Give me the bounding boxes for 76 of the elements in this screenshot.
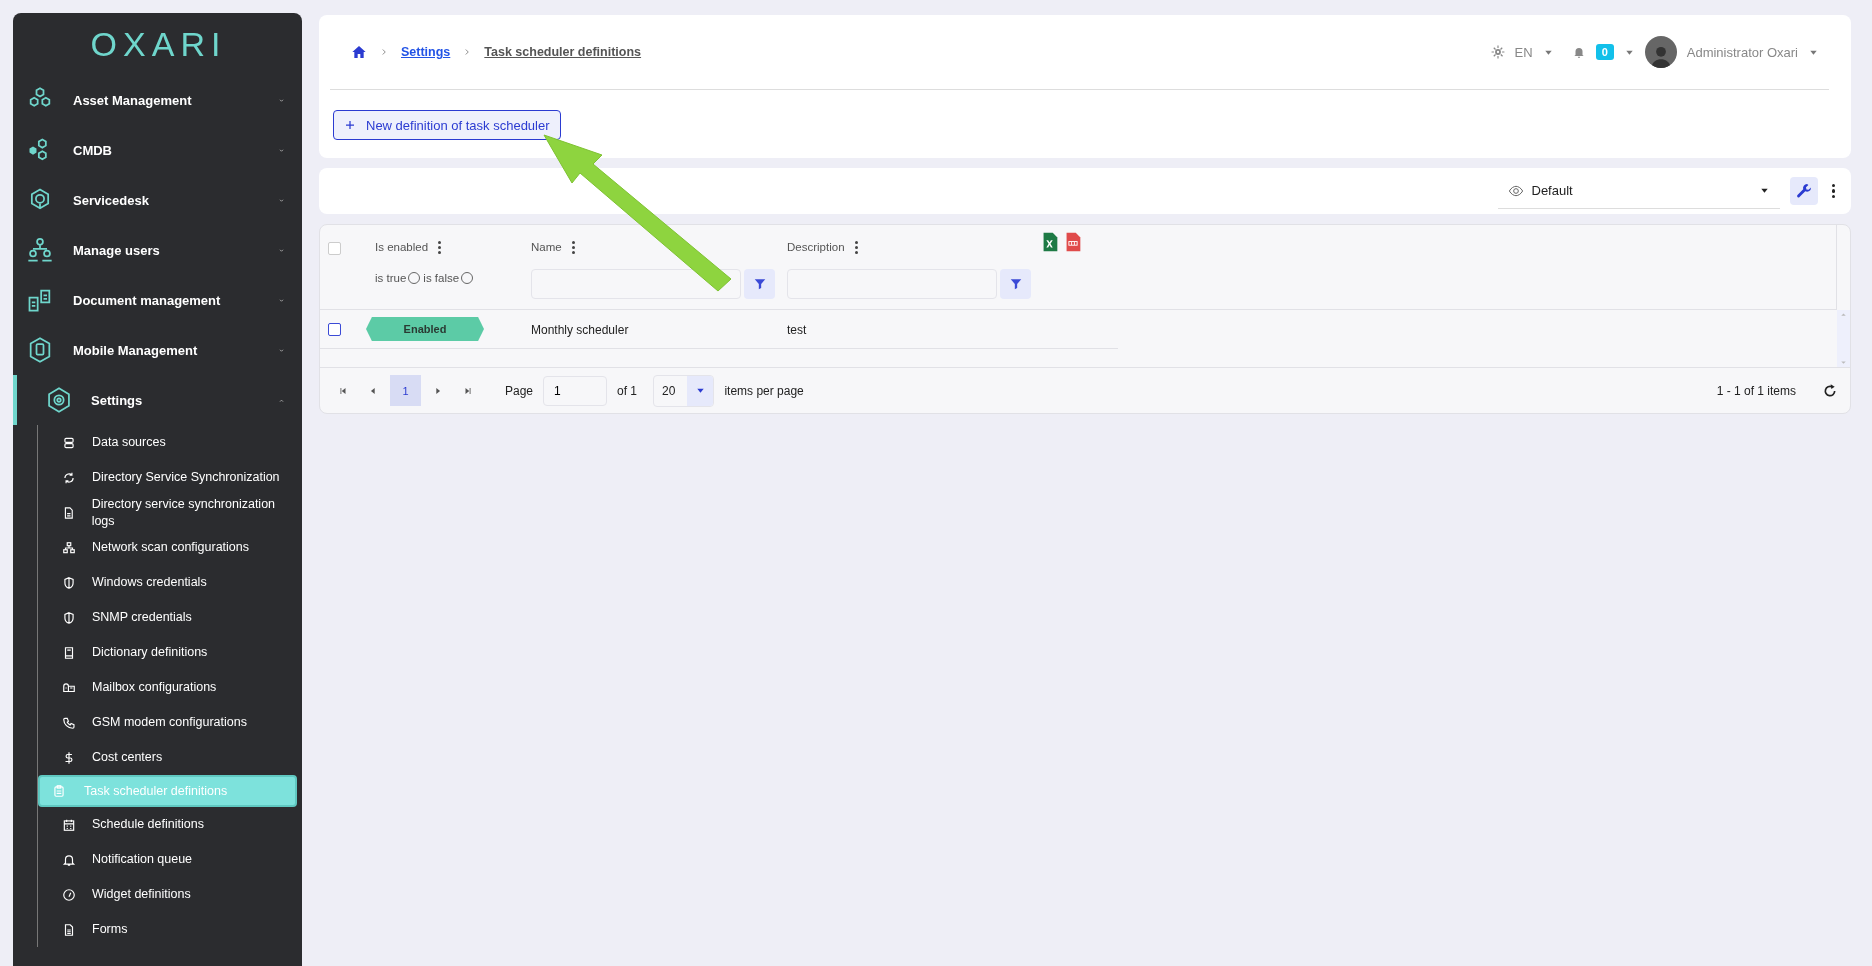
shield-icon — [62, 575, 76, 590]
theme-icon — [1490, 45, 1505, 59]
phone-icon — [62, 715, 76, 730]
column-header[interactable]: Name — [531, 241, 562, 253]
page-size-select[interactable]: 20 — [653, 374, 715, 407]
page-label: Page — [505, 383, 534, 398]
document-icon — [62, 505, 76, 520]
sync-icon — [62, 470, 76, 485]
filter-button[interactable] — [1000, 269, 1031, 299]
scrollbar[interactable] — [1837, 310, 1850, 367]
sidebar-item[interactable]: Settings — [13, 375, 302, 425]
page-input[interactable]: 1 — [543, 375, 608, 406]
items-summary: 1 - 1 of 1 items — [1716, 383, 1796, 398]
scroll-up-icon — [1839, 310, 1848, 319]
settings-button[interactable] — [1789, 177, 1818, 205]
plus-icon — [344, 119, 356, 131]
table-cell: Monthly scheduler — [531, 322, 629, 337]
calendar-icon — [62, 817, 76, 832]
shield-icon — [62, 610, 76, 625]
table-cell: test — [787, 322, 807, 337]
sidebar-item[interactable]: CMDB — [13, 125, 302, 175]
page-count: of 1 — [617, 383, 638, 398]
book-icon — [62, 645, 76, 660]
scroll-down-icon — [1839, 358, 1848, 367]
sidebar-item[interactable]: Windows credentials — [38, 565, 302, 600]
sidebar-item[interactable]: Mobile Management — [13, 325, 302, 375]
filter-icon — [752, 277, 767, 291]
gauge-icon — [62, 887, 76, 902]
notification-count: 0 — [1595, 44, 1614, 60]
filter-button[interactable] — [744, 269, 775, 299]
home-icon — [351, 44, 367, 60]
refresh-button[interactable] — [1822, 382, 1838, 399]
view-select[interactable]: Default — [1497, 173, 1780, 209]
sidebar-item[interactable]: Directory service synchronization logs — [38, 495, 302, 530]
sidebar-item[interactable]: Servicedesk — [13, 175, 302, 225]
sidebar-item[interactable]: Cost centers — [38, 740, 302, 775]
clipboard-icon — [52, 784, 66, 798]
sidebar-item[interactable]: Schedule definitions — [38, 807, 302, 842]
filter-icon — [1008, 277, 1023, 291]
language-select[interactable]: EN — [1514, 44, 1533, 60]
sidebar-item[interactable]: Notification queue — [38, 842, 302, 877]
column-header[interactable]: Description — [787, 241, 845, 253]
users-icon — [26, 236, 54, 264]
user-name[interactable]: Administrator Oxari — [1686, 44, 1798, 60]
sidebar-item[interactable]: Network scan configurations — [38, 530, 302, 565]
row-checkbox[interactable] — [328, 322, 341, 336]
form-icon — [62, 922, 76, 937]
wrench-icon — [1795, 183, 1812, 199]
sidebar-item[interactable]: Mailbox configurations — [38, 670, 302, 705]
last-page-icon — [463, 385, 473, 396]
server-icon — [62, 435, 76, 450]
status-badge: Enabled — [366, 317, 484, 341]
sidebar-item[interactable]: Asset Management — [13, 75, 302, 125]
bell-icon — [62, 852, 76, 867]
sidebar-item[interactable]: Forms — [38, 912, 302, 947]
radio-label: is false — [423, 272, 460, 284]
sidebar-item[interactable]: Manage users — [13, 225, 302, 275]
radio-label: is true — [375, 272, 407, 284]
breadcrumb-link[interactable]: Settings — [401, 45, 451, 59]
refresh-icon — [1822, 382, 1838, 399]
sidebar-item[interactable]: Document management — [13, 275, 302, 325]
network-icon — [62, 540, 76, 555]
sidebar-item[interactable]: Directory Service Synchronization — [38, 460, 302, 495]
filter-input[interactable] — [531, 269, 741, 299]
new-definition-button[interactable]: New definition of task scheduler — [333, 110, 561, 140]
sidebar-item[interactable]: SNMP credentials — [38, 600, 302, 635]
sidebar-item[interactable]: GSM modem configurations — [38, 705, 302, 740]
logo: OXARI — [89, 24, 228, 65]
page-number-button[interactable]: 1 — [390, 375, 421, 406]
page-size-label: items per page — [724, 383, 804, 398]
select-all-checkbox[interactable] — [328, 242, 341, 255]
sidebar-item[interactable]: Dictionary definitions — [38, 635, 302, 670]
column-header[interactable]: Is enabled — [375, 241, 429, 253]
breadcrumb-link[interactable]: Task scheduler definitions — [484, 45, 642, 59]
sidebar-item[interactable]: Widget definitions — [38, 877, 302, 912]
sidebar-item[interactable]: Data sources — [38, 425, 302, 460]
